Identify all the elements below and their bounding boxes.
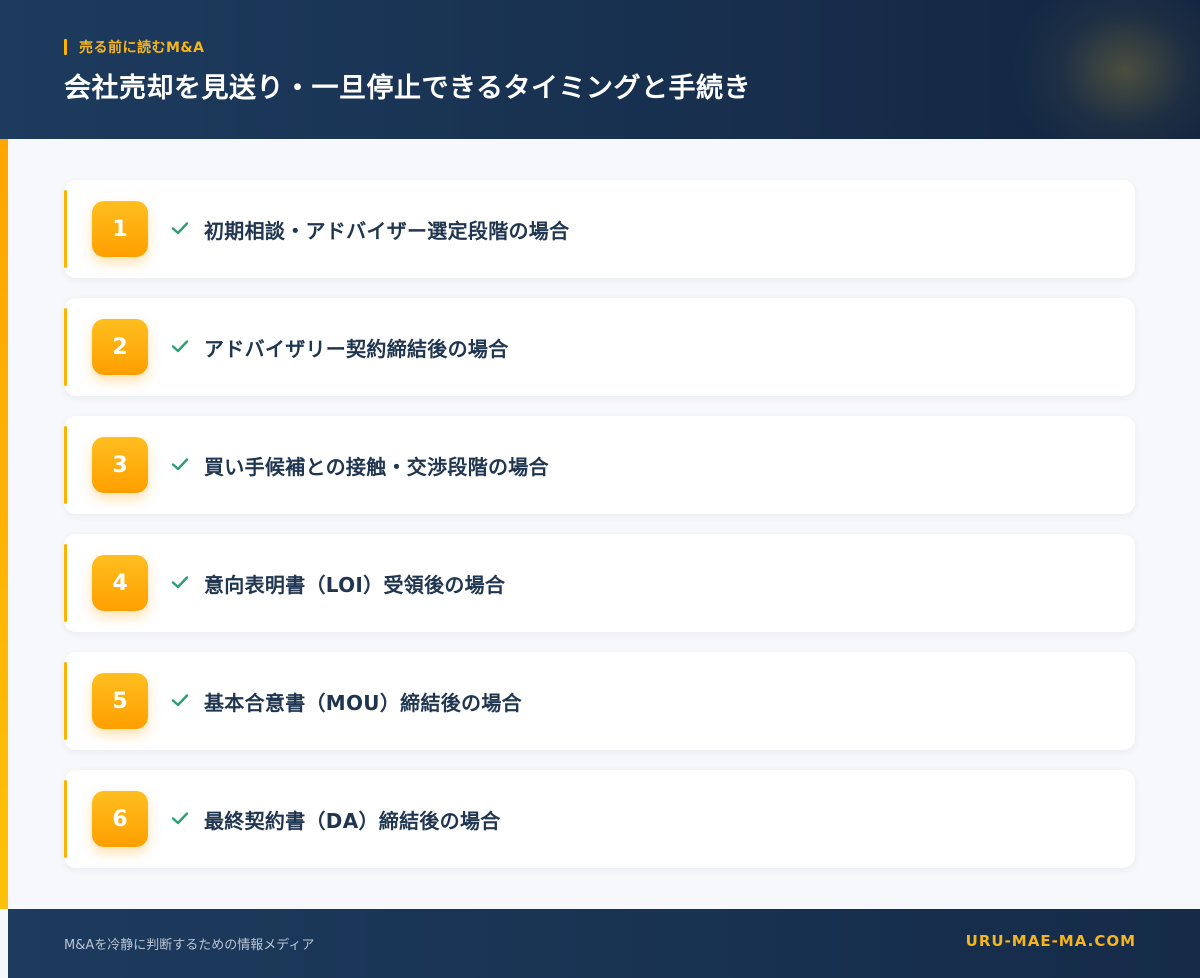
footer-tagline: M&Aを冷静に判断するための情報メディア bbox=[64, 938, 315, 953]
item-number-badge: 4 bbox=[92, 555, 148, 611]
eyebrow-text: 売る前に読むM&A bbox=[79, 40, 205, 56]
list-item: 4 意向表明書（LOI）受領後の場合 bbox=[64, 534, 1135, 632]
item-label: 基本合意書（MOU）締結後の場合 bbox=[204, 691, 522, 715]
check-icon bbox=[171, 458, 189, 471]
item-number-badge: 3 bbox=[92, 437, 148, 493]
item-edge-accent bbox=[64, 544, 67, 622]
item-number-badge: 6 bbox=[92, 791, 148, 847]
timing-list: 1 初期相談・アドバイザー選定段階の場合 2 アドバイザリー契約締結後の場合 3… bbox=[64, 180, 1135, 888]
item-edge-accent bbox=[64, 662, 67, 740]
site-url[interactable]: URU-MAE-MA.COM bbox=[966, 932, 1136, 950]
item-number-badge: 5 bbox=[92, 673, 148, 729]
item-edge-accent bbox=[64, 426, 67, 504]
item-number-badge: 1 bbox=[92, 201, 148, 257]
list-item: 6 最終契約書（DA）締結後の場合 bbox=[64, 770, 1135, 868]
eyebrow: 売る前に読むM&A bbox=[64, 38, 204, 56]
footer: M&Aを冷静に判断するための情報メディア URU-MAE-MA.COM bbox=[8, 909, 1200, 978]
item-label: 初期相談・アドバイザー選定段階の場合 bbox=[204, 219, 570, 243]
left-accent-stripe bbox=[0, 139, 8, 909]
check-icon bbox=[171, 222, 189, 235]
header: 売る前に読むM&A 会社売却を見送り・一旦停止できるタイミングと手続き bbox=[0, 0, 1200, 139]
item-label: アドバイザリー契約締結後の場合 bbox=[204, 337, 509, 361]
check-icon bbox=[171, 694, 189, 707]
page-title: 会社売却を見送り・一旦停止できるタイミングと手続き bbox=[64, 73, 751, 104]
item-label: 意向表明書（LOI）受領後の場合 bbox=[204, 573, 506, 597]
item-label: 買い手候補との接触・交渉段階の場合 bbox=[204, 455, 549, 479]
list-item: 5 基本合意書（MOU）締結後の場合 bbox=[64, 652, 1135, 750]
item-label: 最終契約書（DA）締結後の場合 bbox=[204, 809, 501, 833]
header-glow bbox=[1010, 0, 1200, 139]
item-number-badge: 2 bbox=[92, 319, 148, 375]
eyebrow-accent-bar bbox=[64, 39, 67, 55]
item-edge-accent bbox=[64, 308, 67, 386]
list-item: 1 初期相談・アドバイザー選定段階の場合 bbox=[64, 180, 1135, 278]
list-item: 3 買い手候補との接触・交渉段階の場合 bbox=[64, 416, 1135, 514]
item-edge-accent bbox=[64, 190, 67, 268]
check-icon bbox=[171, 576, 189, 589]
item-edge-accent bbox=[64, 780, 67, 858]
check-icon bbox=[171, 340, 189, 353]
page: 売る前に読むM&A 会社売却を見送り・一旦停止できるタイミングと手続き 1 初期… bbox=[0, 0, 1200, 978]
list-item: 2 アドバイザリー契約締結後の場合 bbox=[64, 298, 1135, 396]
check-icon bbox=[171, 812, 189, 825]
